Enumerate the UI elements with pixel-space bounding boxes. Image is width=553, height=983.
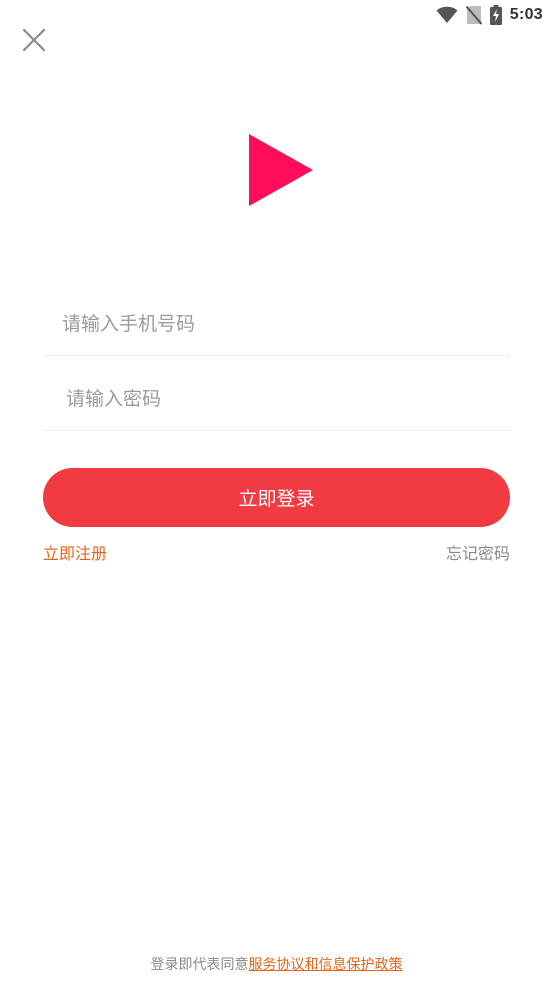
status-icons: 5:03 [436,4,543,26]
play-logo-icon [248,134,314,212]
status-bar: 5:03 [0,0,553,30]
battery-charging-icon [489,5,502,25]
close-button[interactable] [18,26,50,58]
forgot-password-link[interactable]: 忘记密码 [446,540,510,564]
password-input[interactable] [43,356,510,430]
app-logo [248,132,314,208]
wifi-icon [436,6,458,24]
phone-input[interactable] [43,281,510,355]
status-time: 5:03 [509,6,543,23]
policy-link[interactable]: 服务协议和信息保护政策 [249,957,403,973]
agreement-footer: 登录即代表同意服务协议和信息保护政策 [0,954,553,974]
phone-field-row [43,281,510,356]
no-sim-icon [465,5,482,25]
agreement-prefix: 登录即代表同意 [150,957,249,973]
close-icon [22,28,46,56]
login-button[interactable]: 立即登录 [43,468,510,527]
password-field-row [43,356,510,431]
register-link[interactable]: 立即注册 [43,540,107,564]
